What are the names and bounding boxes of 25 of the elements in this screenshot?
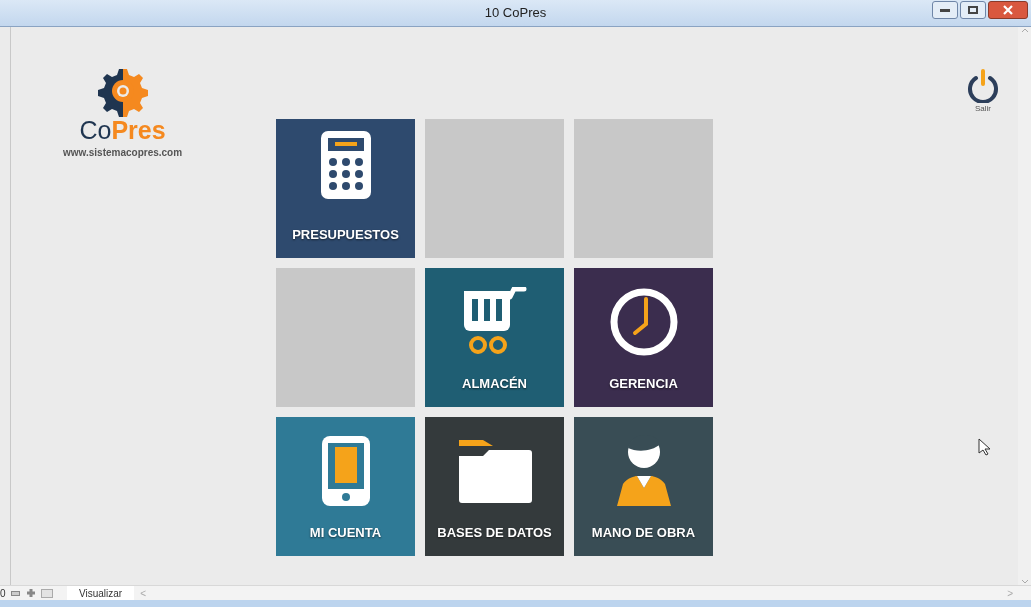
menu-tile[interactable]: ALMACÉN bbox=[425, 268, 564, 407]
menu-tile[interactable]: PRESUPUESTOS bbox=[276, 119, 415, 258]
window-title: 10 CoPres bbox=[484, 4, 547, 23]
phone-icon bbox=[320, 436, 371, 506]
exit-button[interactable]: Salir bbox=[963, 69, 1003, 115]
logo-wordmark: CoPres bbox=[79, 115, 166, 145]
clock-icon bbox=[608, 287, 679, 357]
zoom-out-icon[interactable] bbox=[11, 590, 20, 596]
page-view-icon[interactable] bbox=[41, 588, 53, 598]
zoom-value: 0 bbox=[0, 586, 7, 601]
close-button[interactable] bbox=[988, 1, 1028, 19]
zoom-in-icon[interactable] bbox=[26, 588, 36, 598]
website-url: www.sistemacopres.com bbox=[63, 146, 183, 160]
folder-icon bbox=[456, 438, 533, 504]
view-tab[interactable]: Visualizar bbox=[67, 585, 135, 601]
menu-tile[interactable]: MI CUENTA bbox=[276, 417, 415, 556]
menu-tile[interactable]: GERENCIA bbox=[574, 268, 713, 407]
mouse-cursor-icon bbox=[978, 438, 990, 456]
minimize-button[interactable] bbox=[932, 1, 958, 19]
close-icon bbox=[1003, 5, 1013, 15]
vertical-scrollbar[interactable] bbox=[1018, 27, 1031, 585]
menu-tile[interactable]: BASES DE DATOS bbox=[425, 417, 564, 556]
menu-tile[interactable]: MANO DE OBRA bbox=[574, 417, 713, 556]
maximize-button[interactable] bbox=[960, 1, 986, 19]
cart-icon bbox=[461, 287, 528, 357]
